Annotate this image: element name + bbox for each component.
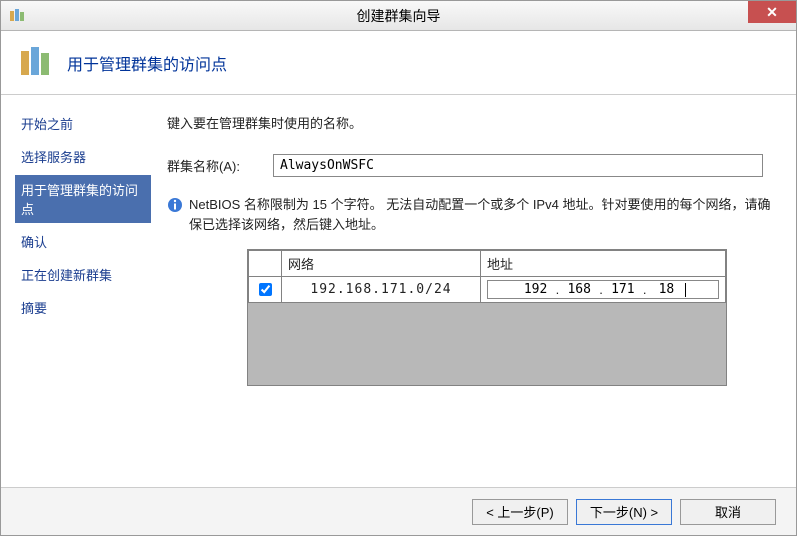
col-checkbox (249, 251, 282, 277)
info-icon (167, 197, 183, 213)
app-icon (9, 8, 25, 24)
close-button[interactable]: ✕ (748, 1, 796, 23)
table-row: 192.168.171.0/24 . . . (249, 277, 726, 303)
text-caret (685, 283, 686, 297)
network-table-wrap: 网络 地址 192.168.171.0/24 . (247, 249, 727, 386)
ip-octet-1[interactable] (520, 282, 552, 297)
sidebar-step-begin[interactable]: 开始之前 (15, 109, 151, 138)
sidebar-step-confirm[interactable]: 确认 (15, 227, 151, 256)
page-title: 用于管理群集的访问点 (67, 51, 227, 75)
titlebar: 创建群集向导 ✕ (1, 1, 796, 31)
network-row-checkbox[interactable] (259, 283, 272, 296)
table-empty-area (248, 303, 726, 385)
sidebar-step-select-servers[interactable]: 选择服务器 (15, 142, 151, 171)
back-button[interactable]: < 上一步(P) (472, 499, 568, 525)
info-text: NetBIOS 名称限制为 15 个字符。 无法自动配置一个或多个 IPv4 地… (189, 195, 774, 235)
next-button[interactable]: 下一步(N) > (576, 499, 672, 525)
wizard-footer: < 上一步(P) 下一步(N) > 取消 (1, 487, 796, 535)
ip-octet-4[interactable] (650, 282, 682, 297)
col-network: 网络 (282, 251, 481, 277)
wizard-window: 创建群集向导 ✕ 用于管理群集的访问点 开始之前 选择服务器 用于管理群集的访问… (0, 0, 797, 536)
wizard-header: 用于管理群集的访问点 (1, 31, 796, 95)
wizard-body: 开始之前 选择服务器 用于管理群集的访问点 确认 正在创建新群集 摘要 键入要在… (1, 95, 796, 487)
cancel-button[interactable]: 取消 (680, 499, 776, 525)
ip-octet-3[interactable] (607, 282, 639, 297)
cluster-icon (17, 43, 57, 83)
main-panel: 键入要在管理群集时使用的名称。 群集名称(A): NetBIOS 名称限制为 1… (151, 95, 796, 487)
sidebar-step-creating[interactable]: 正在创建新群集 (15, 260, 151, 289)
network-cidr: 192.168.171.0/24 (282, 277, 481, 303)
cluster-name-label: 群集名称(A): (167, 156, 273, 175)
info-row: NetBIOS 名称限制为 15 个字符。 无法自动配置一个或多个 IPv4 地… (167, 195, 774, 235)
col-address: 地址 (481, 251, 726, 277)
window-title: 创建群集向导 (357, 6, 441, 26)
ip-input[interactable]: . . . (487, 280, 719, 299)
sidebar-step-access-point[interactable]: 用于管理群集的访问点 (15, 175, 151, 223)
instruction-text: 键入要在管理群集时使用的名称。 (167, 113, 774, 132)
network-table: 网络 地址 192.168.171.0/24 . (248, 250, 726, 303)
cluster-name-input[interactable] (273, 154, 763, 177)
address-cell: . . . (481, 277, 726, 303)
cluster-name-row: 群集名称(A): (167, 154, 774, 177)
ip-octet-2[interactable] (563, 282, 595, 297)
sidebar: 开始之前 选择服务器 用于管理群集的访问点 确认 正在创建新群集 摘要 (1, 95, 151, 487)
sidebar-step-summary[interactable]: 摘要 (15, 293, 151, 322)
